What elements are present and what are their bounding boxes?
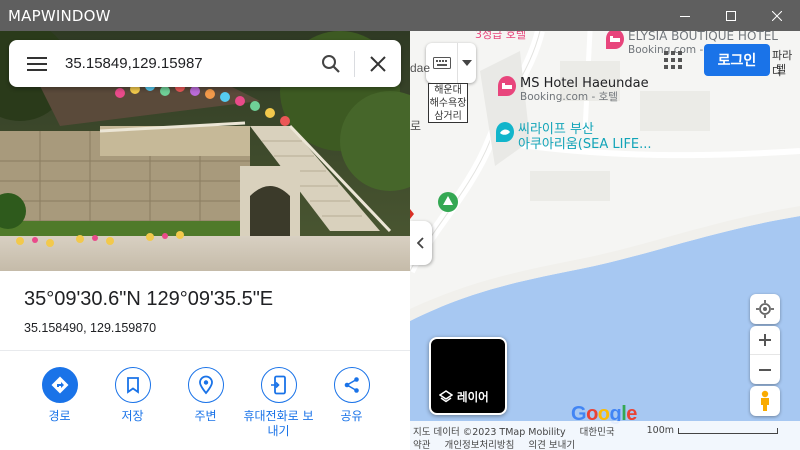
minimize-icon xyxy=(680,15,690,17)
zoom-controls xyxy=(750,326,780,384)
action-bar: 경로 저장 주변 휴대전화로 보내기 공유 xyxy=(0,367,410,439)
place-title: 35°09'30.6"N 129°09'35.5"E xyxy=(24,288,274,310)
my-location-button[interactable] xyxy=(750,294,780,324)
hotel-pin-icon xyxy=(606,31,624,49)
minimize-button[interactable] xyxy=(662,0,708,31)
window-title: MAPWINDOW xyxy=(8,6,111,25)
bus-stop-line-1: 해운대 xyxy=(434,85,462,96)
send-to-phone-button[interactable]: 휴대전화로 보내기 xyxy=(242,367,315,439)
window-titlebar: MAPWINDOW xyxy=(0,0,800,31)
layers-label: 레이어 xyxy=(457,390,489,404)
scale-label: 100m xyxy=(646,425,674,436)
share-label: 공유 xyxy=(340,409,363,423)
hotel-pin-icon xyxy=(498,76,516,96)
layers-button[interactable]: 레이어 xyxy=(429,337,507,415)
search-icon xyxy=(322,54,340,73)
bus-stop-line-2: 해수욕장 xyxy=(429,98,467,109)
share-button[interactable]: 공유 xyxy=(315,367,388,439)
place-panel: 35.15849,129.15987 35°09'30.6"N 129°09'3… xyxy=(0,31,410,450)
map-edge-label: 로 xyxy=(410,119,422,133)
aquarium-pin-icon xyxy=(496,122,514,142)
street-view-pegman-button[interactable] xyxy=(750,386,780,416)
region-label: 대한민국 xyxy=(579,427,615,438)
bus-stop-line-3: 삼거리 xyxy=(434,111,462,122)
poi-category: Booking.com - 호텔 xyxy=(520,91,618,103)
maximize-button[interactable] xyxy=(708,0,754,31)
apps-button[interactable] xyxy=(664,51,686,73)
poi-name: ELYSIA BOUTIQUE HOTEL xyxy=(628,31,778,43)
plus-icon xyxy=(759,334,771,346)
login-button[interactable]: 로그인 xyxy=(704,44,770,76)
close-window-button[interactable] xyxy=(754,0,800,31)
map-footer: 지도 데이터 ©2023 TMap Mobility 대한민국 약관 개인정보처… xyxy=(410,421,800,450)
pegman-icon xyxy=(761,390,769,411)
map-edge-label: dae xyxy=(410,61,431,75)
poi-category: 아쿠아리움(SEA LIFE... xyxy=(518,137,652,152)
bus-stop-label[interactable]: 해운대 해수욕장 삼거리 xyxy=(428,83,468,123)
search-button[interactable] xyxy=(308,40,354,87)
send-to-phone-icon xyxy=(270,375,286,395)
bookmark-icon xyxy=(126,377,139,394)
map-canvas[interactable]: 해운대 해수욕장 삼거리 3성급 호텔 MS Hotel Haeundae Bo… xyxy=(410,31,800,450)
caret-down-icon xyxy=(462,60,472,66)
close-icon xyxy=(772,10,782,21)
map-scale[interactable]: 100m xyxy=(647,425,778,436)
my-location-icon xyxy=(756,300,774,318)
map-data-attribution[interactable]: 지도 데이터 ©2023 TMap Mobility xyxy=(413,424,566,438)
map-edge-label: 텔 xyxy=(776,63,787,76)
poi-name: MS Hotel Haeundae xyxy=(520,76,649,91)
nearby-button[interactable]: 주변 xyxy=(169,367,242,439)
send-to-phone-label: 휴대전화로 보내기 xyxy=(243,409,314,438)
search-input[interactable]: 35.15849,129.15987 xyxy=(65,55,308,72)
directions-button[interactable]: 경로 xyxy=(23,367,96,439)
poi-label: 3성급 호텔 xyxy=(475,31,526,41)
directions-label: 경로 xyxy=(48,409,71,423)
nearby-icon xyxy=(198,375,213,395)
divider xyxy=(0,350,410,351)
minus-icon xyxy=(759,368,771,371)
nearby-label: 주변 xyxy=(194,409,217,423)
input-tools-button[interactable] xyxy=(426,43,476,83)
poi-3-star-hotel[interactable]: 3성급 호텔 xyxy=(475,31,526,42)
collapse-panel-button[interactable] xyxy=(410,221,432,265)
poi-ms-hotel[interactable]: MS Hotel Haeundae Booking.com - 호텔 xyxy=(498,76,649,104)
share-icon xyxy=(344,377,359,393)
hamburger-menu-icon xyxy=(27,56,47,71)
poi-name: 씨라이프 부산 xyxy=(518,122,594,137)
menu-button[interactable] xyxy=(9,40,65,87)
input-tools-dropdown[interactable] xyxy=(458,60,476,66)
apps-grid-icon xyxy=(664,51,682,69)
directions-icon xyxy=(51,376,68,394)
layers-icon xyxy=(439,390,453,403)
zoom-out-button[interactable] xyxy=(750,355,780,384)
search-box[interactable]: 35.15849,129.15987 xyxy=(9,40,401,87)
send-feedback-link[interactable]: 의견 보내기 xyxy=(528,437,575,450)
place-decimal-coords[interactable]: 35.158490, 129.159870 xyxy=(24,321,156,335)
privacy-link[interactable]: 개인정보처리방침 xyxy=(444,437,514,450)
clear-search-button[interactable] xyxy=(355,40,401,87)
save-button[interactable]: 저장 xyxy=(96,367,169,439)
close-icon xyxy=(370,55,386,72)
terms-link[interactable]: 약관 xyxy=(413,437,430,450)
poi-sea-life-aquarium[interactable]: 씨라이프 부산 아쿠아리움(SEA LIFE... xyxy=(496,122,652,152)
maximize-icon xyxy=(726,10,736,21)
keyboard-icon xyxy=(432,57,451,69)
zoom-in-button[interactable] xyxy=(750,326,780,355)
chevron-left-icon xyxy=(417,237,424,249)
save-label: 저장 xyxy=(121,409,144,423)
scale-bar xyxy=(678,427,778,434)
